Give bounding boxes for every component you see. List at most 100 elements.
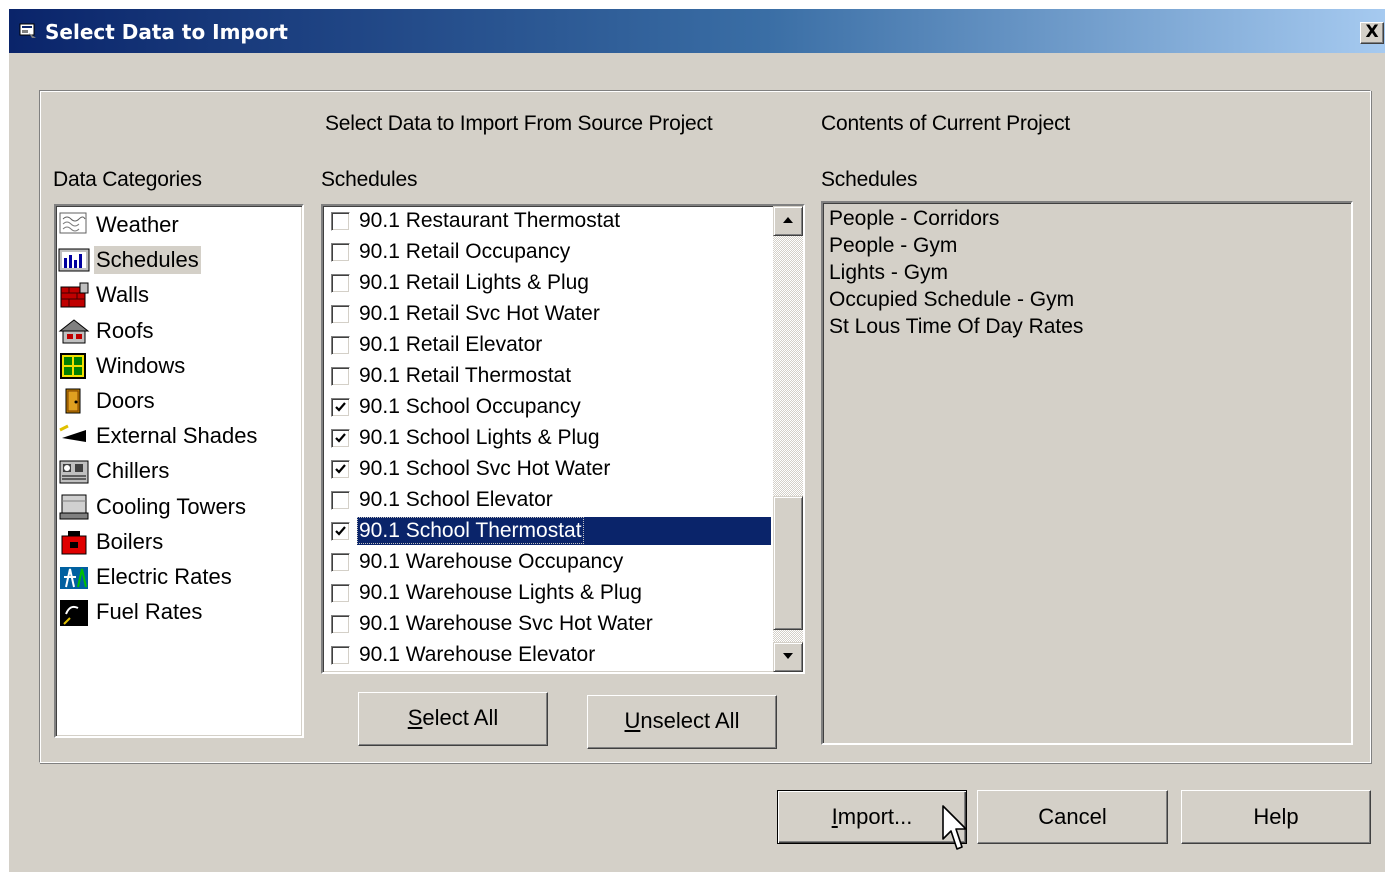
schedule-label: 90.1 Warehouse Svc Hot Water bbox=[359, 612, 653, 635]
import-dialog: Select Data to Import X Select Data to I… bbox=[8, 8, 1385, 872]
schedule-item[interactable]: 90.1 Warehouse Elevator bbox=[323, 640, 771, 671]
schedule-item[interactable]: 90.1 School Svc Hot Water bbox=[323, 454, 771, 485]
schedule-checkbox[interactable] bbox=[331, 460, 350, 479]
schedule-label: 90.1 School Svc Hot Water bbox=[359, 457, 611, 480]
schedule-label: 90.1 Restaurant Thermostat bbox=[359, 209, 621, 232]
schedule-item[interactable]: 90.1 Retail Svc Hot Water bbox=[323, 299, 771, 330]
doors-icon bbox=[65, 388, 81, 414]
schedule-checkbox[interactable] bbox=[331, 367, 350, 386]
schedule-item[interactable]: 90.1 School Lights & Plug bbox=[323, 423, 771, 454]
external-shades-icon bbox=[59, 424, 86, 443]
scroll-down-button[interactable] bbox=[773, 642, 803, 672]
schedule-checkbox[interactable] bbox=[331, 336, 350, 355]
weather-icon bbox=[59, 212, 87, 234]
schedule-checkbox[interactable] bbox=[331, 615, 350, 634]
unselect-all-label: nselect All bbox=[640, 708, 740, 733]
schedule-checkbox[interactable] bbox=[331, 212, 350, 231]
unselect-all-button[interactable]: Unselect All bbox=[587, 695, 777, 749]
schedule-item[interactable]: 90.1 Warehouse Lights & Plug bbox=[323, 578, 771, 609]
category-item-boilers[interactable]: Boilers bbox=[56, 525, 296, 559]
select-all-mnemonic: S bbox=[407, 705, 423, 730]
category-item-doors[interactable]: Doors bbox=[56, 384, 296, 418]
schedule-checkbox[interactable] bbox=[331, 646, 350, 665]
schedule-item[interactable]: 90.1 Warehouse Occupancy bbox=[323, 547, 771, 578]
schedule-item[interactable]: 90.1 Warehouse Svc Hot Water bbox=[323, 609, 771, 640]
schedule-item[interactable]: 90.1 Retail Lights & Plug bbox=[323, 268, 771, 299]
import-button[interactable]: Import... bbox=[777, 790, 967, 844]
schedule-item[interactable]: 90.1 Retail Thermostat bbox=[323, 361, 771, 392]
list-item: People - Corridors bbox=[829, 207, 1000, 230]
close-button[interactable]: X bbox=[1360, 22, 1384, 44]
current-list-label: Schedules bbox=[821, 168, 918, 191]
category-label: Walls bbox=[96, 282, 149, 308]
source-list-label: Schedules bbox=[321, 168, 418, 191]
category-item-chillers[interactable]: Chillers bbox=[56, 454, 296, 488]
category-item-windows[interactable]: Windows bbox=[56, 349, 296, 383]
category-label: Boilers bbox=[96, 528, 164, 554]
category-item-weather[interactable]: Weather bbox=[56, 208, 296, 242]
windows-icon bbox=[60, 352, 86, 379]
category-item-cooling-towers[interactable]: Cooling Towers bbox=[56, 490, 296, 524]
category-item-fuel-rates[interactable]: Fuel Rates bbox=[56, 595, 296, 629]
schedule-label: 90.1 Retail Elevator bbox=[359, 333, 543, 356]
cancel-button[interactable]: Cancel bbox=[977, 790, 1168, 844]
select-all-button[interactable]: Select All bbox=[358, 692, 548, 746]
schedule-checkbox[interactable] bbox=[331, 584, 350, 603]
schedule-label: 90.1 School Lights & Plug bbox=[359, 426, 600, 449]
schedules-list[interactable]: 90.1 Restaurant Thermostat 90.1 Retail Oc… bbox=[321, 204, 805, 674]
schedule-item[interactable]: 90.1 School Thermostat bbox=[323, 516, 771, 547]
schedule-checkbox[interactable] bbox=[331, 553, 350, 572]
schedule-item[interactable]: 90.1 Restaurant Thermostat bbox=[323, 206, 771, 237]
schedule-label: 90.1 Retail Thermostat bbox=[359, 364, 572, 387]
mouse-pointer-icon bbox=[942, 805, 967, 850]
schedules-scrollbar[interactable] bbox=[773, 206, 803, 672]
current-project-list: People - Corridors People - Gym Lights -… bbox=[821, 201, 1353, 745]
list-item: St Lous Time Of Day Rates bbox=[829, 315, 1084, 338]
schedule-label: 90.1 School Elevator bbox=[359, 488, 553, 511]
import-label: mport... bbox=[837, 804, 913, 829]
category-item-roofs[interactable]: Roofs bbox=[56, 314, 296, 348]
schedule-checkbox[interactable] bbox=[331, 522, 350, 541]
category-item-electric-rates[interactable]: Electric Rates bbox=[56, 560, 296, 594]
schedule-checkbox[interactable] bbox=[331, 398, 350, 417]
category-label: Roofs bbox=[96, 317, 154, 343]
schedule-label: 90.1 Warehouse Elevator bbox=[359, 643, 596, 666]
category-label: Windows bbox=[96, 352, 186, 378]
category-item-walls[interactable]: Walls bbox=[56, 278, 296, 312]
scroll-thumb[interactable] bbox=[773, 496, 803, 630]
title-bar: Select Data to Import X bbox=[9, 9, 1385, 53]
unselect-all-mnemonic: U bbox=[624, 708, 641, 733]
schedule-checkbox[interactable] bbox=[331, 243, 350, 262]
checkmark-icon bbox=[335, 402, 346, 412]
boilers-icon bbox=[61, 530, 87, 555]
schedule-item[interactable]: 90.1 Retail Occupancy bbox=[323, 237, 771, 268]
electric-rates-icon bbox=[60, 567, 88, 589]
roofs-icon bbox=[58, 318, 90, 344]
category-label: Doors bbox=[96, 388, 155, 413]
scroll-up-button[interactable] bbox=[773, 206, 803, 236]
category-label: Cooling Towers bbox=[96, 493, 247, 519]
schedule-item[interactable]: 90.1 School Occupancy bbox=[323, 392, 771, 423]
schedule-label: 90.1 Retail Lights & Plug bbox=[359, 271, 589, 294]
schedule-checkbox[interactable] bbox=[331, 491, 350, 510]
schedule-checkbox[interactable] bbox=[331, 429, 350, 448]
category-item-external-shades[interactable]: External Shades bbox=[56, 419, 296, 453]
category-label: External Shades bbox=[96, 423, 258, 449]
checkmark-icon bbox=[335, 464, 346, 474]
category-label: Schedules bbox=[94, 246, 201, 275]
walls-icon bbox=[60, 282, 89, 308]
category-label: Electric Rates bbox=[96, 564, 232, 589]
window-title: Select Data to Import bbox=[45, 20, 288, 44]
schedule-checkbox[interactable] bbox=[331, 274, 350, 293]
source-heading: Select Data to Import From Source Projec… bbox=[325, 112, 713, 135]
schedule-item[interactable]: 90.1 School Elevator bbox=[323, 485, 771, 516]
schedule-checkbox[interactable] bbox=[331, 305, 350, 324]
categories-list[interactable]: Weather Schedules Walls Roofs Windows Doors Ex… bbox=[54, 204, 304, 738]
help-button[interactable]: Help bbox=[1181, 790, 1371, 844]
arrow-up-icon bbox=[783, 217, 793, 223]
schedule-item[interactable]: 90.1 Retail Elevator bbox=[323, 330, 771, 361]
category-item-schedules[interactable]: Schedules bbox=[56, 243, 296, 277]
schedule-label: 90.1 Retail Svc Hot Water bbox=[359, 302, 600, 325]
list-item: People - Gym bbox=[829, 234, 958, 257]
select-all-label: elect All bbox=[422, 705, 499, 730]
